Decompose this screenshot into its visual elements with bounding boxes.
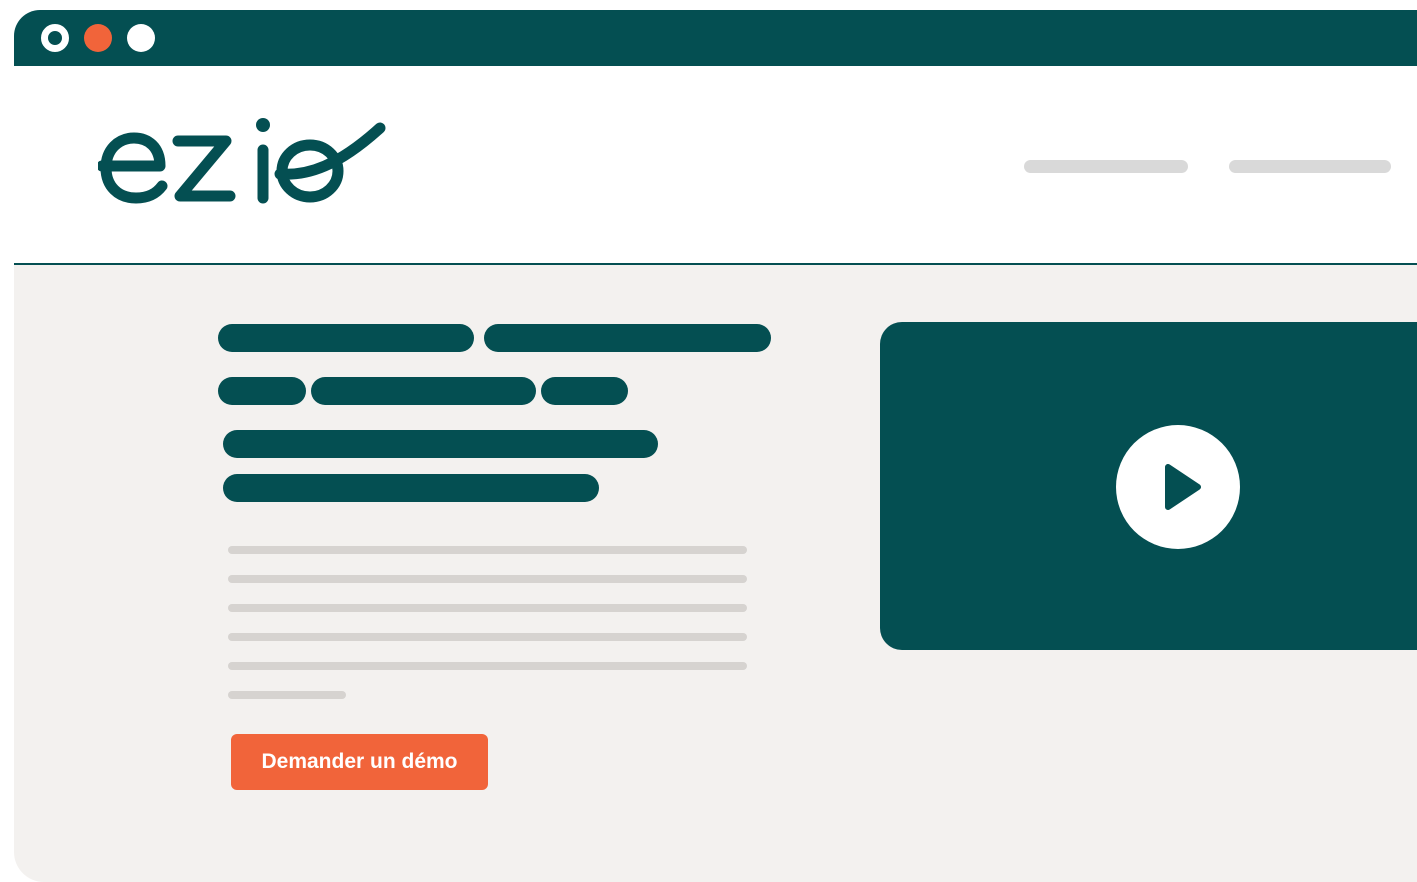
paragraph-placeholder — [228, 546, 747, 554]
headline-placeholder — [541, 377, 628, 405]
window-dot-icon[interactable] — [127, 24, 155, 52]
paragraph-placeholder — [228, 662, 747, 670]
play-button[interactable] — [1116, 425, 1240, 549]
headline-placeholder — [484, 324, 771, 352]
paragraph-placeholder — [228, 691, 346, 699]
headline-placeholder — [311, 377, 536, 405]
ezio-logo[interactable] — [98, 114, 388, 214]
window-dot-icon[interactable] — [41, 24, 69, 52]
window-dot-icon[interactable] — [84, 24, 112, 52]
hero-section: Demander un démo — [14, 265, 1417, 882]
paragraph-placeholder — [228, 575, 747, 583]
paragraph-placeholder — [228, 604, 747, 612]
nav-link-placeholder[interactable] — [1229, 160, 1391, 173]
site-header — [14, 66, 1417, 264]
play-icon — [1165, 464, 1201, 510]
browser-window: Demander un démo — [14, 10, 1417, 882]
headline-placeholder — [218, 377, 306, 405]
title-bar — [14, 10, 1417, 66]
headline-placeholder — [218, 324, 474, 352]
demo-request-button[interactable]: Demander un démo — [231, 734, 488, 790]
paragraph-placeholder — [228, 633, 747, 641]
nav-link-placeholder[interactable] — [1024, 160, 1188, 173]
headline-placeholder — [223, 474, 599, 502]
headline-placeholder — [223, 430, 658, 458]
video-player[interactable] — [880, 322, 1417, 650]
